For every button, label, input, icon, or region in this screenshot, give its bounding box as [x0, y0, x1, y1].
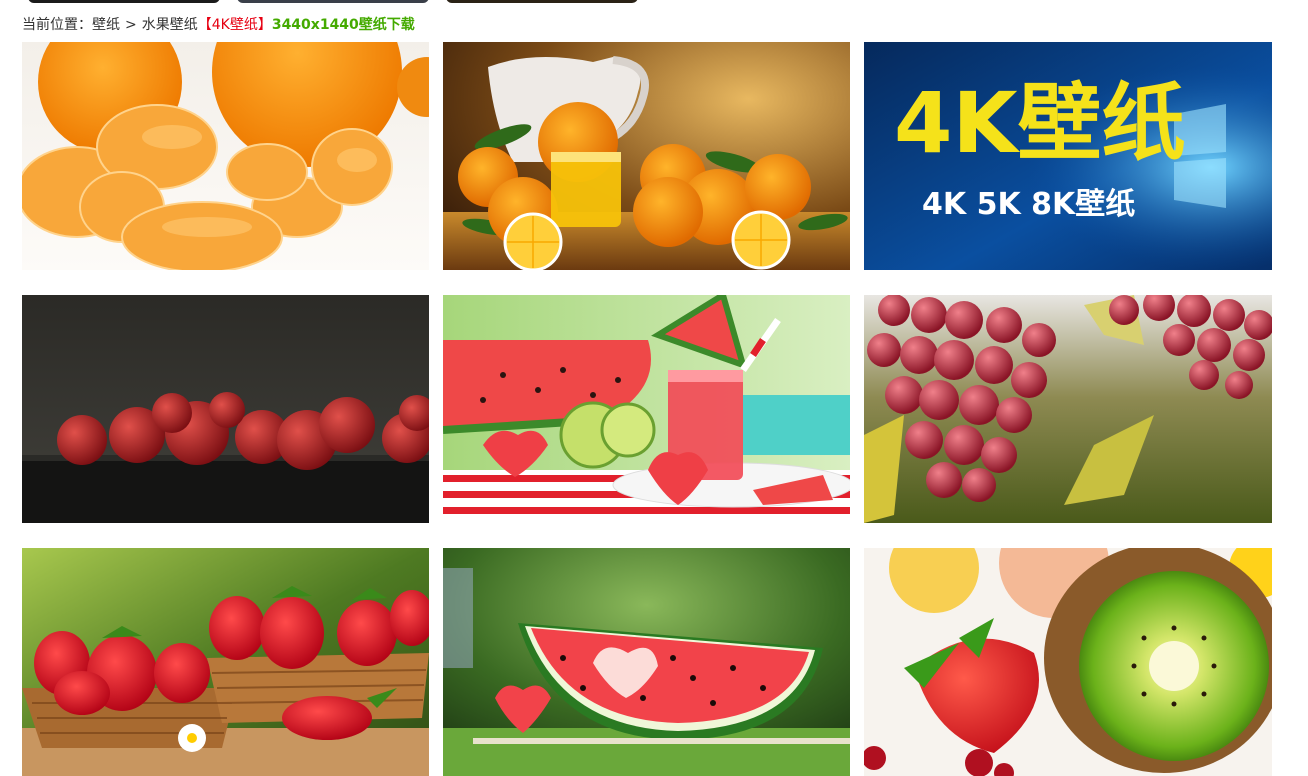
- wallpaper-thumbnail-apples[interactable]: [22, 295, 429, 523]
- orange-juice-image: [443, 42, 850, 270]
- apples-image: [22, 295, 429, 523]
- watermelon-juice-image: [443, 295, 850, 523]
- grapes-image: [864, 295, 1272, 523]
- watermelon-heart-image: [443, 548, 850, 776]
- wallpaper-thumbnail-watermelon-juice[interactable]: [443, 295, 850, 523]
- top-thumbnail[interactable]: [28, 0, 220, 3]
- breadcrumb: 当前位置：壁纸 > 水果壁纸【4K壁纸】3440x1440壁纸下载: [22, 15, 415, 35]
- tangerine-image: [22, 42, 429, 270]
- breadcrumb-category-link[interactable]: 水果壁纸: [142, 17, 198, 33]
- wallpaper-thumbnail-4k-banner[interactable]: 4K壁纸 4K 5K 8K壁纸: [864, 42, 1272, 270]
- banner-big-text: 4K壁纸: [894, 74, 1186, 172]
- breadcrumb-tag: 【4K壁纸】: [197, 17, 272, 33]
- wallpaper-thumbnail-grapes[interactable]: [864, 295, 1272, 523]
- breadcrumb-separator: >: [125, 17, 137, 33]
- wallpaper-thumbnail-tangerine[interactable]: [22, 42, 429, 270]
- wallpaper-thumbnail-orange-juice[interactable]: [443, 42, 850, 270]
- wallpaper-thumbnail-kiwi[interactable]: [864, 548, 1272, 776]
- top-thumbnail[interactable]: [446, 0, 638, 3]
- wallpaper-grid: 4K壁纸 4K 5K 8K壁纸: [22, 42, 1272, 776]
- wallpaper-thumbnail-watermelon-heart[interactable]: [443, 548, 850, 776]
- top-thumb-strip: [0, 0, 1308, 6]
- banner-sub-text: 4K 5K 8K壁纸: [922, 187, 1135, 222]
- wallpaper-thumbnail-strawberries[interactable]: [22, 548, 429, 776]
- 4k-banner-image: 4K壁纸 4K 5K 8K壁纸: [864, 42, 1272, 270]
- top-thumbnail[interactable]: [237, 0, 429, 3]
- strawberries-image: [22, 548, 429, 776]
- kiwi-image: [864, 548, 1272, 776]
- page-title: 3440x1440壁纸下载: [271, 17, 415, 33]
- breadcrumb-prefix: 当前位置：: [22, 17, 92, 33]
- breadcrumb-home-link[interactable]: 壁纸: [92, 17, 120, 33]
